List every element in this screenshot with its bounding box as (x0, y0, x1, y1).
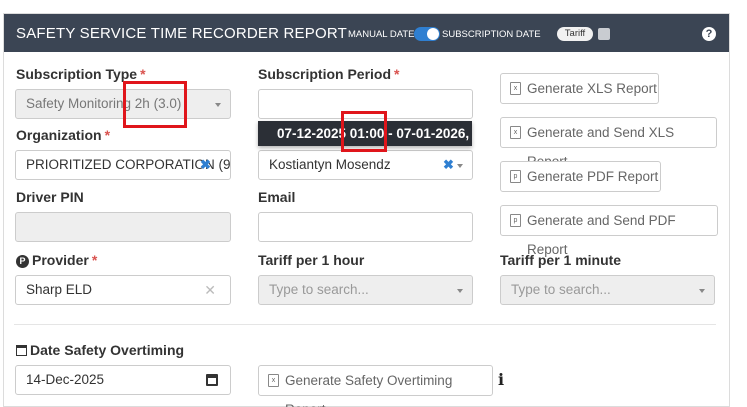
tariff-checkbox[interactable] (598, 28, 610, 40)
email-field[interactable] (258, 212, 473, 242)
tariff-minute-select[interactable]: Type to search... (500, 275, 715, 305)
provider-select[interactable]: Sharp ELD ✕ (15, 275, 231, 305)
calendar-icon (16, 345, 27, 356)
caret-down-icon (699, 289, 705, 293)
generate-overtiming-button[interactable]: xGenerate Safety Overtiming Report (258, 365, 493, 407)
tariff-hour-select[interactable]: Type to search... (258, 275, 473, 305)
subscription-period-label: Subscription Period * (258, 66, 400, 82)
overtiming-date-input[interactable]: 14-Dec-2025 (15, 365, 195, 395)
panel-header: SAFETY SERVICE TIME RECORDER REPORT MANU… (4, 14, 729, 52)
caret-down-icon (457, 164, 463, 168)
page-title: SAFETY SERVICE TIME RECORDER REPORT (16, 25, 347, 42)
organization-label: Organization * (16, 127, 111, 143)
clear-icon[interactable]: ✖ (200, 151, 211, 179)
subscription-date-label: SUBSCRIPTION DATE (442, 29, 541, 40)
driver-select[interactable]: Kostiantyn Mosendz ✖ (258, 150, 473, 180)
tariff-badge: Tariff (557, 27, 593, 41)
caret-down-icon (457, 289, 463, 293)
generate-xls-button[interactable]: x Generate XLS Report (500, 73, 659, 104)
generate-pdf-button[interactable]: p Generate PDF Report (500, 161, 661, 192)
organization-select[interactable]: PRIORITIZED CORPORATION (9539) ✖ (15, 150, 231, 180)
clear-icon[interactable]: ✕ (204, 276, 216, 304)
highlight-box (341, 111, 387, 152)
clear-icon[interactable]: ✖ (443, 151, 454, 179)
file-xls-icon: x (510, 82, 521, 95)
date-mode-toggle[interactable] (414, 27, 440, 41)
overtiming-label: Date Safety Overtiming (16, 342, 184, 358)
subscription-type-label: Subscription Type * (16, 66, 146, 82)
email-label: Email (258, 189, 296, 205)
provider-label: P Provider * (16, 252, 97, 268)
manual-date-label: MANUAL DATE (348, 29, 415, 40)
info-icon[interactable]: i (498, 370, 504, 389)
caret-down-icon (215, 103, 221, 107)
tariff-hour-label: Tariff per 1 hour (258, 252, 365, 268)
question-icon[interactable]: ? (702, 27, 716, 41)
driver-pin-field[interactable] (15, 212, 231, 242)
file-pdf-icon: p (510, 170, 521, 183)
generate-send-pdf-button[interactable]: p Generate and Send PDF Report (500, 205, 718, 257)
generate-send-xls-button[interactable]: xGenerate and Send XLS Report (500, 117, 717, 169)
file-xls-icon: x (268, 374, 279, 387)
driver-pin-label: Driver PIN (16, 189, 84, 205)
highlight-box (123, 81, 187, 128)
provider-icon: P (16, 255, 29, 268)
tariff-minute-label: Tariff per 1 minute (500, 252, 622, 268)
file-xls-icon: x (510, 126, 521, 139)
section-divider (14, 324, 716, 325)
calendar-icon (206, 374, 218, 386)
file-pdf-icon: p (510, 214, 521, 227)
calendar-button[interactable] (194, 365, 231, 395)
